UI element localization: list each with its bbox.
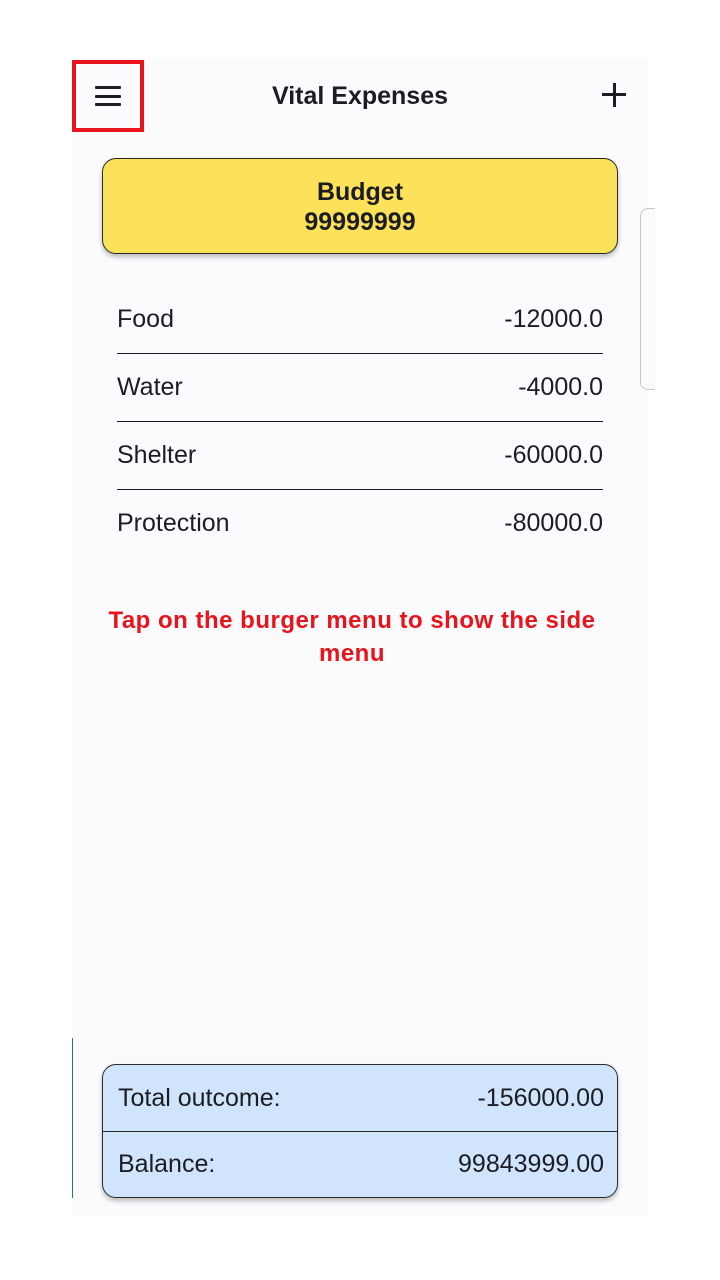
expense-amount: -60000.0 (504, 441, 603, 469)
edge-divider (72, 1038, 73, 1198)
expense-name: Shelter (117, 441, 197, 469)
list-item[interactable]: Protection -80000.0 (117, 490, 603, 557)
budget-value: 99999999 (304, 208, 416, 236)
balance-value: 99843999.00 (458, 1150, 604, 1178)
instruction-hint: Tap on the burger menu to show the side … (108, 607, 596, 667)
total-outcome-row: Total outcome: -156000.00 (103, 1065, 617, 1131)
expense-list: Food -12000.0 Water -4000.0 Shelter -600… (117, 286, 603, 557)
expense-amount: -4000.0 (518, 373, 603, 401)
expense-name: Water (117, 373, 183, 401)
list-item[interactable]: Food -12000.0 (117, 286, 603, 354)
expense-name: Protection (117, 509, 230, 537)
expense-amount: -80000.0 (504, 509, 603, 537)
add-expense-button[interactable] (596, 76, 632, 112)
expense-name: Food (117, 305, 174, 333)
expense-amount: -12000.0 (504, 305, 603, 333)
hamburger-menu-icon (95, 86, 121, 106)
list-item[interactable]: Shelter -60000.0 (117, 422, 603, 490)
total-outcome-label: Total outcome: (118, 1083, 281, 1112)
budget-label: Budget (316, 178, 404, 206)
balance-label: Balance: (118, 1150, 216, 1178)
balance-row: Balance: 99843999.00 (103, 1131, 617, 1197)
side-panel-handle[interactable] (640, 208, 655, 390)
summary-card: Total outcome: -156000.00 Balance: 99843… (102, 1064, 618, 1198)
budget-card[interactable]: Budget 99999999 (102, 158, 618, 254)
total-outcome-value: -156000.00 (477, 1083, 604, 1112)
page-title: Vital Expenses (271, 82, 449, 110)
burger-menu-button[interactable] (72, 60, 144, 132)
list-item[interactable]: Water -4000.0 (117, 354, 603, 422)
